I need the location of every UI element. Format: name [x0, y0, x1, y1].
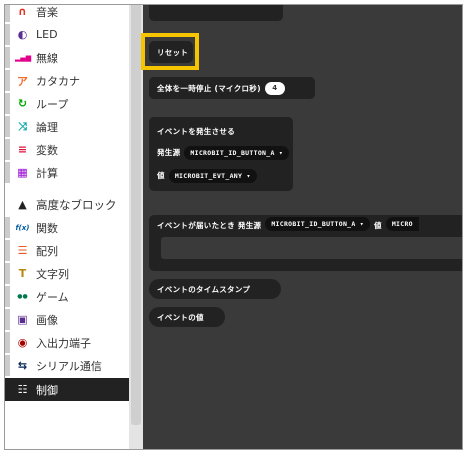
category-label: LED: [36, 28, 58, 41]
category-label: 音楽: [36, 5, 58, 19]
value-label: 値: [157, 171, 165, 180]
category-katakana[interactable]: アカタカナ: [5, 70, 129, 91]
block-pause-microseconds[interactable]: 全体を一時停止 (マイクロ秒) 4: [149, 77, 315, 99]
scrollbar-thumb[interactable]: [131, 5, 141, 425]
event-value-dropdown[interactable]: MICRO: [385, 217, 419, 231]
block-flyout: リセット 全体を一時停止 (マイクロ秒) 4 イベントを発生させる 発生源 MICR…: [143, 5, 462, 449]
category-led[interactable]: ◐ LED: [5, 24, 129, 45]
gamepad-icon: ●●: [17, 293, 28, 300]
calculator-icon: ▦: [17, 166, 28, 179]
toolbox-sidebar: ∩ 音楽 ◐ LED ▂▄▆ 無線 アカタカナ ↻ ループ ⤨ 論理 ≡ 変数 ▦ 計算 ▲ 高…: [5, 5, 129, 449]
usb-icon: ⇆: [17, 359, 28, 372]
block-label: 全体を一時停止 (マイクロ秒): [157, 83, 261, 93]
block-label: イベントの値: [157, 312, 204, 322]
function-icon: f(x): [15, 223, 30, 232]
source-label: 発生源: [157, 148, 181, 157]
category-label: 無線: [36, 51, 58, 65]
category-label: 計算: [36, 166, 58, 180]
on-event-slot: [161, 237, 462, 259]
number-input[interactable]: 4: [264, 81, 285, 95]
chevron-up-icon: ▲: [18, 198, 27, 211]
toolbox-scrollbar[interactable]: [129, 5, 143, 449]
control-panel-icon: ☷: [17, 383, 28, 396]
highlight-box: [141, 33, 199, 70]
category-label: カタカナ: [36, 74, 80, 88]
category-label: ゲーム: [36, 290, 69, 304]
toggle-icon: ◐: [17, 28, 28, 41]
category-logic[interactable]: ⤨ 論理: [5, 116, 129, 137]
category-variables[interactable]: ≡ 変数: [5, 139, 129, 160]
category-loops[interactable]: ↻ ループ: [5, 93, 129, 114]
block-label: イベントが届いたとき 発生源: [157, 221, 262, 230]
category-label: 高度なブロック: [36, 197, 117, 212]
category-text[interactable]: T 文字列: [5, 263, 129, 284]
category-label: 配列: [36, 244, 58, 258]
category-label: 文字列: [36, 267, 69, 281]
shuffle-icon: ⤨: [18, 119, 27, 133]
category-label: ループ: [36, 97, 69, 111]
image-icon: ▣: [17, 313, 28, 326]
app-frame: ∩ 音楽 ◐ LED ▂▄▆ 無線 アカタカナ ↻ ループ ⤨ 論理 ≡ 変数 ▦ 計算 ▲ 高…: [4, 4, 463, 450]
category-images[interactable]: ▣ 画像: [5, 309, 129, 330]
value-label: 値: [374, 221, 382, 230]
signal-icon: ▂▄▆: [15, 53, 32, 62]
array-list-icon: ☰: [17, 244, 28, 257]
block-partial-top[interactable]: [149, 5, 283, 21]
category-label: 制御: [36, 383, 58, 397]
target-icon: ◉: [17, 336, 28, 349]
headphones-icon: ∩: [18, 5, 27, 18]
category-advanced[interactable]: ▲ 高度なブロック: [5, 194, 129, 215]
category-game[interactable]: ●● ゲーム: [5, 286, 129, 307]
category-label: 入出力端子: [36, 336, 91, 350]
category-math[interactable]: ▦ 計算: [5, 162, 129, 183]
refresh-icon: ↻: [17, 97, 28, 110]
category-radio[interactable]: ▂▄▆ 無線: [5, 47, 129, 68]
category-control[interactable]: ☷ 制御: [5, 378, 129, 401]
category-label: シリアル通信: [36, 359, 102, 373]
block-raise-event[interactable]: イベントを発生させる 発生源 MICROBIT_ID_BUTTON_A ▾ 値 MI…: [149, 117, 293, 191]
value-dropdown[interactable]: MICROBIT_EVT_ANY ▾: [168, 168, 257, 183]
block-event-timestamp[interactable]: イベントのタイムスタンプ: [149, 279, 281, 299]
block-label: イベントのタイムスタンプ: [157, 284, 251, 294]
event-source-dropdown[interactable]: MICROBIT_ID_BUTTON_A ▾: [265, 217, 371, 231]
category-label: 論理: [36, 120, 58, 134]
list-icon: ≡: [17, 143, 28, 156]
source-dropdown[interactable]: MICROBIT_ID_BUTTON_A ▾: [184, 145, 290, 160]
text-icon: T: [18, 267, 27, 280]
category-arrays[interactable]: ☰ 配列: [5, 240, 129, 261]
category-label: 変数: [36, 143, 58, 157]
category-functions[interactable]: f(x) 関数: [5, 217, 129, 238]
category-music[interactable]: ∩ 音楽: [5, 5, 129, 22]
category-serial[interactable]: ⇆ シリアル通信: [5, 355, 129, 376]
block-label: イベントを発生させる: [157, 126, 235, 136]
category-label: 画像: [36, 313, 58, 327]
category-label: 関数: [36, 221, 58, 235]
katakana-a-icon: ア: [17, 74, 28, 88]
block-event-value[interactable]: イベントの値: [149, 307, 225, 327]
category-pins[interactable]: ◉ 入出力端子: [5, 332, 129, 353]
